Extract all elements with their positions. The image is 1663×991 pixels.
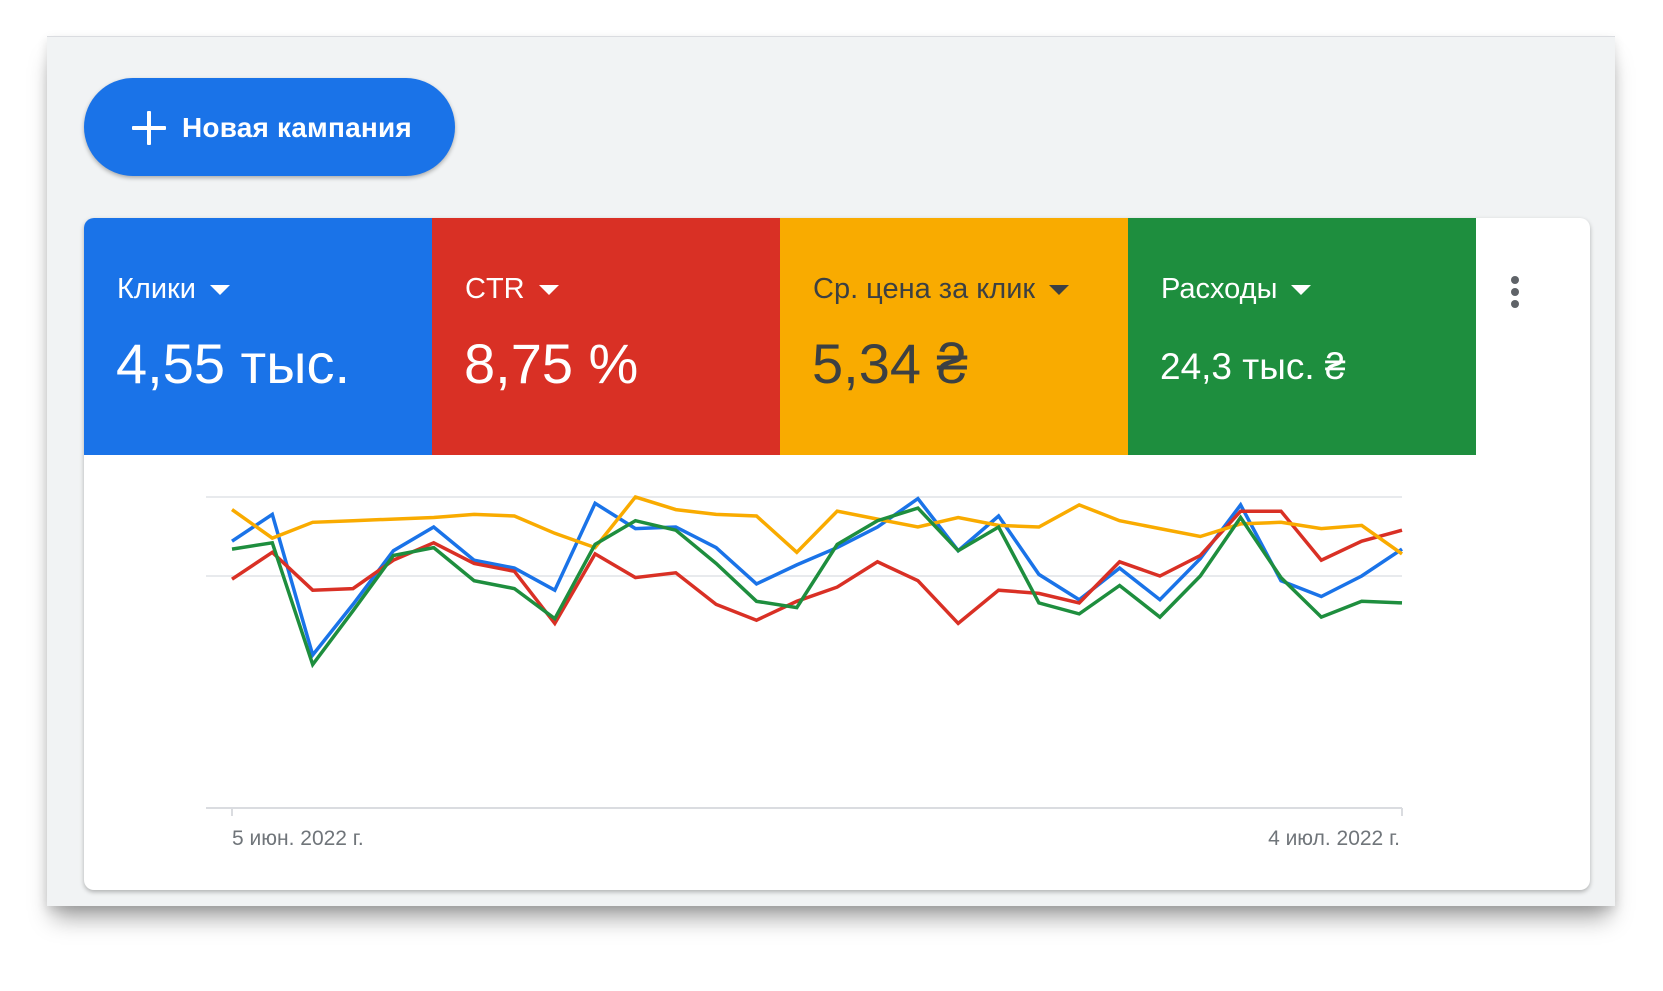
x-axis-start-label: 5 июн. 2022 г. [232, 827, 364, 850]
x-axis-end-label: 4 июл. 2022 г. [1268, 827, 1400, 850]
